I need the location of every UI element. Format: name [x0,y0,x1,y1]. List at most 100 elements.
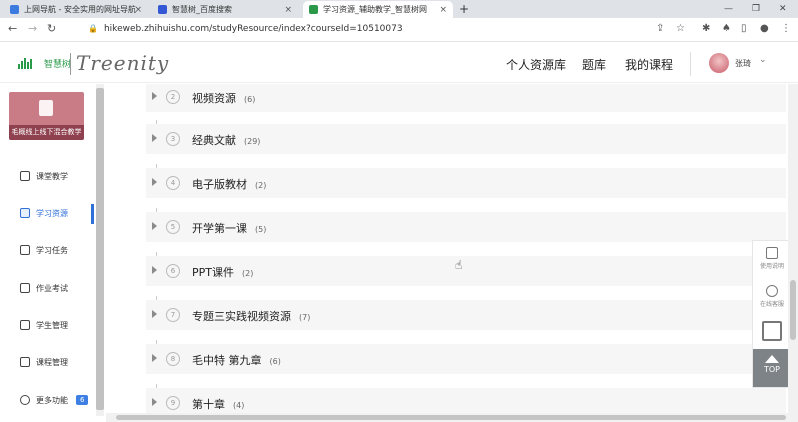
sidebar: 毛概线上线下混合教学 课堂教学 学习资源 学习任务 作业考试 学生管理 课程管理… [0,84,106,422]
manual-icon [766,247,778,259]
lock-icon: 🔒 [88,24,98,33]
expand-arrow-icon[interactable] [152,178,157,186]
item-count: (4) [233,401,245,410]
item-title-wrap: 专题三实践视频资源 (7) [192,308,310,324]
forward-icon[interactable]: → [28,22,37,35]
headset-icon [766,285,778,297]
browser-tab-baidu[interactable]: 智慧树_百度搜索 × [152,1,298,18]
nav-my-courses[interactable]: 我的课程 [625,56,673,73]
mouse-cursor-icon: ☝ [455,258,463,272]
expand-arrow-icon[interactable] [152,134,157,142]
item-index: 5 [166,220,180,234]
sidebar-item-classroom[interactable]: 课堂教学 [20,168,68,184]
user-name[interactable]: 张琦 [735,58,751,69]
new-tab-button[interactable]: + [459,0,469,18]
item-title-wrap: 电子版教材 (2) [192,176,266,192]
item-index: 8 [166,352,180,366]
page-scrollbar-thumb[interactable] [790,280,796,340]
expand-arrow-icon[interactable] [152,354,157,362]
expand-arrow-icon[interactable] [152,92,157,100]
avatar[interactable] [709,53,729,73]
item-count: (6) [244,95,256,104]
item-index: 6 [166,264,180,278]
sidebar-item-resources[interactable]: 学习资源 [20,205,68,221]
sidepanel-icon[interactable]: ▯ [741,23,747,34]
close-tab-icon[interactable]: × [284,5,292,15]
url-text: hikeweb.zhihuishu.com/studyResource/inde… [103,24,403,34]
active-indicator [91,204,94,224]
sidebar-item-exams[interactable]: 作业考试 [20,280,68,296]
chevron-down-icon[interactable]: ⌄ [759,55,767,65]
share-icon[interactable]: ⇪ [656,23,664,34]
list-item[interactable]: 5 开学第一课 (5) [146,212,786,242]
qr-button[interactable] [753,321,791,343]
list-item[interactable]: 8 毛中特 第九章 (6) [146,344,786,374]
item-title-wrap: 视频资源 (6) [192,90,255,106]
list-item[interactable]: 6 PPT课件 (2) [146,256,786,286]
restore-button[interactable]: ❐ [752,0,760,18]
item-title-wrap: 开学第一课 (5) [192,220,266,236]
item-count: (2) [242,269,254,278]
expand-arrow-icon[interactable] [152,222,157,230]
item-index: 4 [166,176,180,190]
url-field[interactable]: 🔒 hikeweb.zhihuishu.com/studyResource/ind… [88,24,403,34]
nav-personal-library[interactable]: 个人资源库 [506,56,566,73]
menu-icon[interactable]: ⋮ [781,23,791,34]
tab-label: 上网导航 - 安全实用的网址导航 [24,5,136,14]
logo-script: Treenity [76,51,170,75]
window-close-button[interactable]: ✕ [779,0,787,18]
browser-tab-zhihuishu[interactable]: 学习资源_辅助教学_智慧树网 × [303,1,453,18]
item-title-wrap: PPT课件 (2) [192,264,253,280]
list-item[interactable]: 4 电子版教材 (2) [146,168,786,198]
item-title-wrap: 毛中特 第九章 (6) [192,352,281,368]
item-title-wrap: 经典文献 (29) [192,132,260,148]
browser-tab-nav[interactable]: 上网导航 - 安全实用的网址导航 × [4,1,148,18]
item-title: PPT课件 [192,266,234,279]
sidebar-scrollbar-thumb[interactable] [96,88,104,410]
sidebar-item-students[interactable]: 学生管理 [20,317,68,333]
course-cover[interactable]: 毛概线上线下混合教学 [9,92,84,140]
expand-arrow-icon[interactable] [152,266,157,274]
item-index: 9 [166,396,180,410]
back-icon[interactable]: ← [8,22,17,35]
sidebar-item-course-manage[interactable]: 课程管理 [20,354,68,370]
expand-arrow-icon[interactable] [152,398,157,406]
sidebar-item-tasks[interactable]: 学习任务 [20,242,68,258]
shield-icon [10,5,19,14]
tab-label: 学习资源_辅助教学_智慧树网 [323,5,427,14]
sidebar-item-label: 课堂教学 [36,171,68,181]
classroom-icon [20,171,30,181]
back-to-top-button[interactable]: TOP [753,349,791,387]
service-button[interactable]: 在线客服 [753,285,791,308]
reload-icon[interactable]: ↻ [47,22,56,35]
profile-icon[interactable]: ● [760,23,769,34]
page-scrollbar[interactable] [788,84,798,422]
close-tab-icon[interactable]: × [439,5,447,15]
item-title-wrap: 第十章 (4) [192,396,244,412]
item-count: (29) [244,137,261,146]
item-index: 3 [166,132,180,146]
minimize-button[interactable]: — [724,0,733,18]
extension-icon[interactable]: ♠ [722,23,731,34]
count-badge: 6 [76,395,89,405]
help-label: 使用说明 [759,263,784,270]
close-tab-icon[interactable]: × [134,5,142,15]
item-count: (2) [255,181,267,190]
expand-arrow-icon[interactable] [152,310,157,318]
sidebar-item-more[interactable]: 更多功能 6 [20,392,89,408]
nav-question-bank[interactable]: 题库 [582,56,606,73]
star-icon[interactable]: ☆ [676,23,685,34]
list-item[interactable]: 3 经典文献 (29) [146,124,786,154]
tab-label: 智慧树_百度搜索 [172,5,232,14]
course-manage-icon [20,357,30,367]
list-item[interactable]: 2 视频资源 (6) [146,84,786,112]
header-divider [690,52,691,76]
list-item[interactable]: 7 专题三实践视频资源 (7) [146,300,786,330]
item-title: 第十章 [192,398,225,411]
sidebar-item-label: 更多功能 [36,395,68,405]
extensions-icon[interactable]: ✱ [702,23,710,34]
browser-tab-bar: 上网导航 - 安全实用的网址导航 × 智慧树_百度搜索 × 学习资源_辅助教学_… [0,0,798,18]
help-button[interactable]: 使用说明 [753,247,791,270]
resource-list: 2 视频资源 (6) 3 经典文献 (29) 4 电子版教材 (2) 5 开学第一课 (… [106,84,786,422]
horizontal-scrollbar-thumb[interactable] [116,415,786,420]
